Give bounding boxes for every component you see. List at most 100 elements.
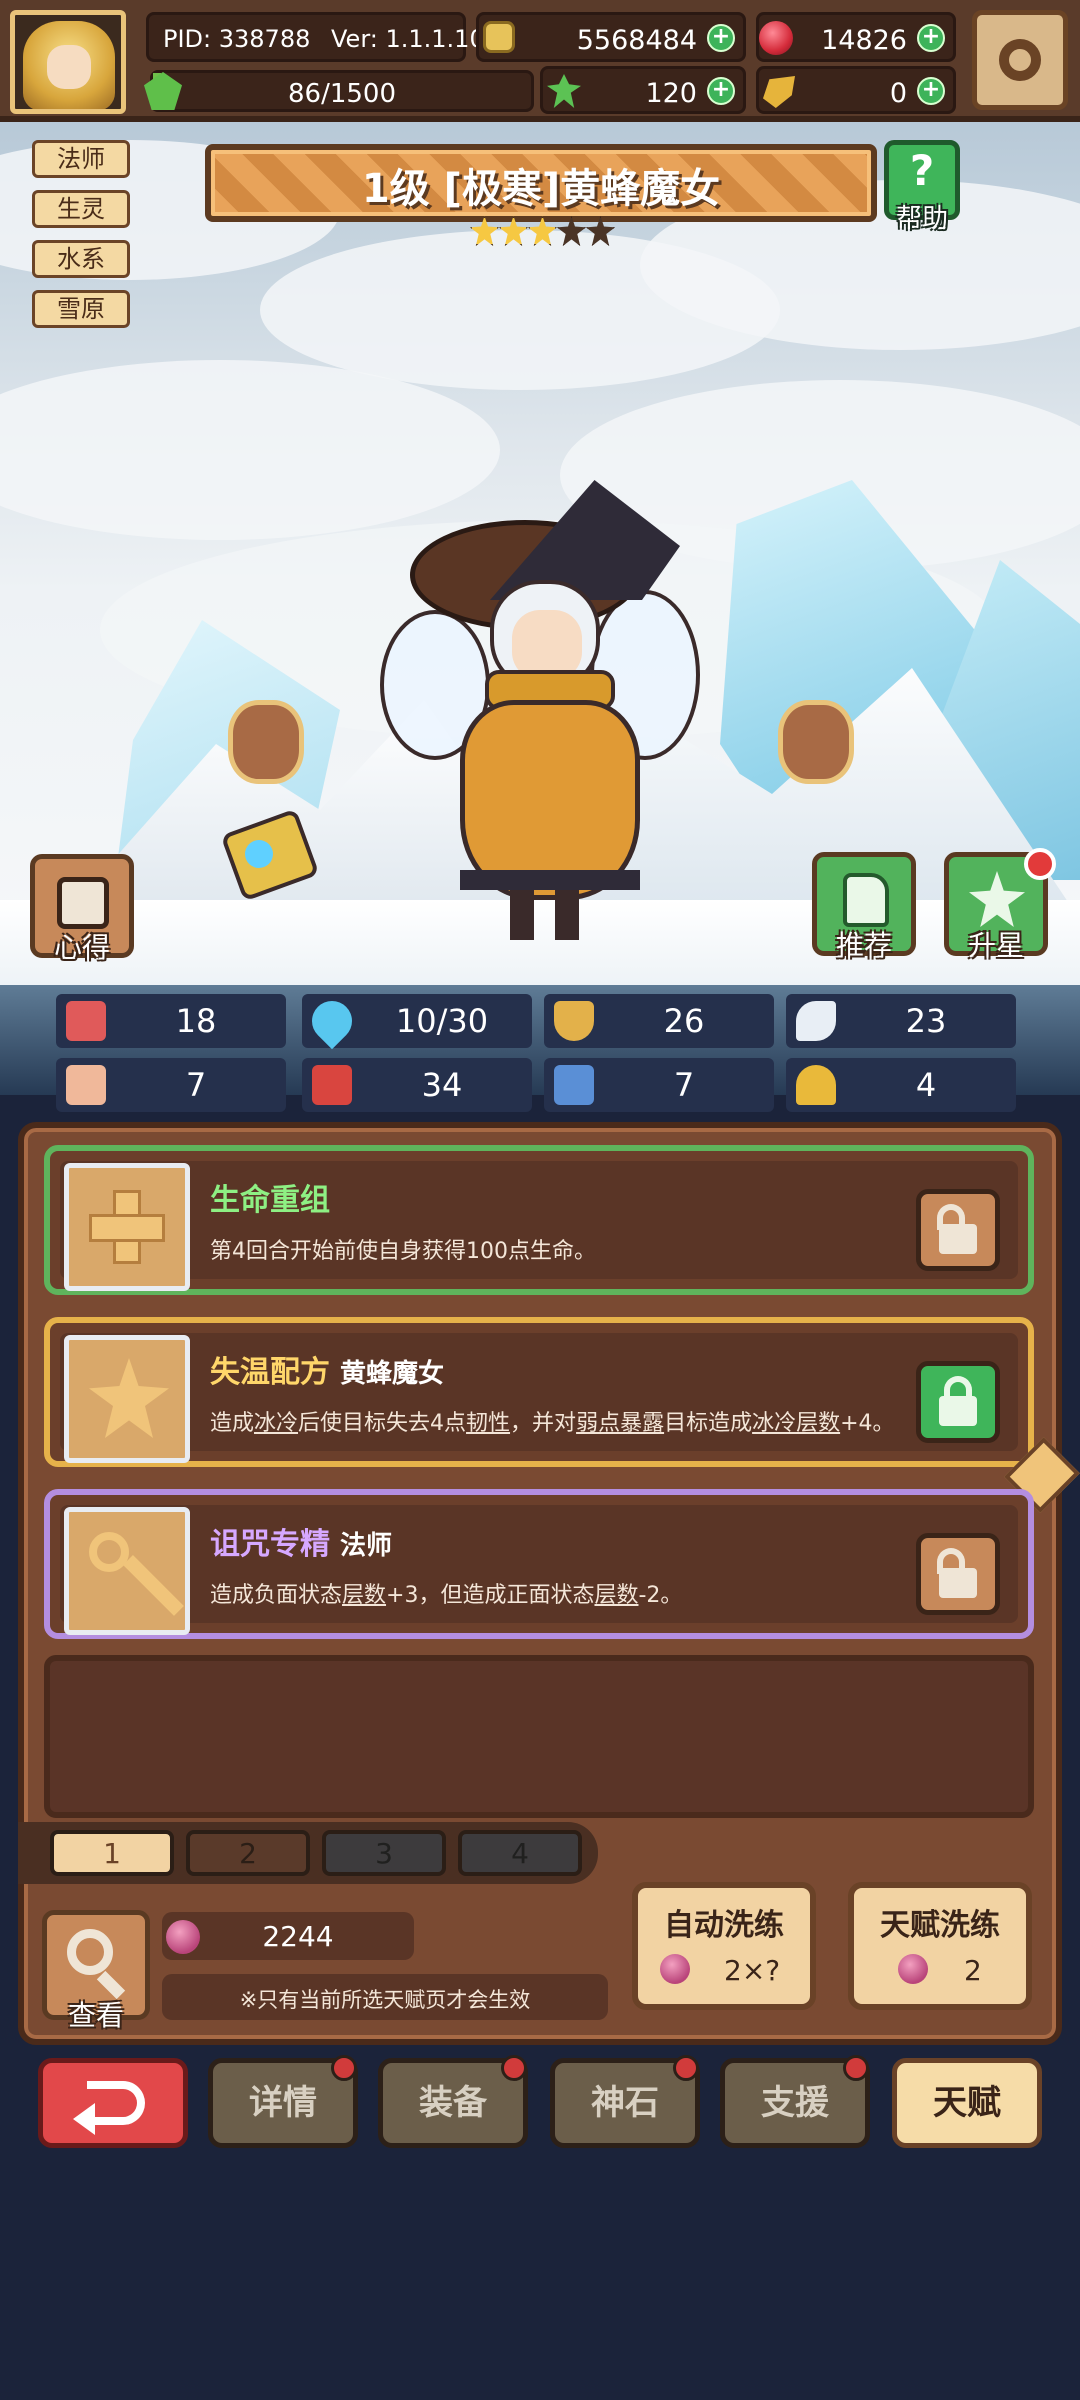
return-arrow-icon <box>87 2081 145 2125</box>
notice-text: ※只有当前所选天赋页才会生效 <box>239 1988 531 2012</box>
berry-icon <box>898 1954 928 1984</box>
talent-refine-label: 天赋洗练 <box>880 1908 1000 1943</box>
back-button[interactable] <box>38 2058 188 2148</box>
ticket-box: 0 + <box>756 66 956 114</box>
tag-element[interactable]: 水系 <box>32 240 130 278</box>
book-icon <box>312 1065 352 1105</box>
talent-description: 造成冰冷后使目标失去4点韧性，并对弱点暴露目标造成冰冷层数+4。 <box>210 1405 895 1437</box>
keyword-chill[interactable]: 冰冷 <box>254 1411 298 1436</box>
stat-agility: 7 <box>544 1058 774 1112</box>
nav-equipment[interactable]: 装备 <box>378 2055 528 2148</box>
heart-icon <box>66 1001 106 1041</box>
nav-equipment-label: 装备 <box>419 2083 487 2123</box>
stat-luck: 4 <box>786 1058 1016 1112</box>
red-gem-icon <box>759 21 793 55</box>
shield-icon <box>554 1001 594 1041</box>
auto-refine-button[interactable]: 自动洗练 2×? <box>632 1882 816 2010</box>
auto-refine-label: 自动洗练 <box>664 1908 784 1943</box>
notification-dot <box>673 2055 699 2081</box>
hero-star-rating <box>470 216 615 250</box>
fist-icon <box>66 1065 106 1105</box>
notebook-icon <box>57 877 109 929</box>
tag-region[interactable]: 雪原 <box>32 290 130 328</box>
notification-dot <box>331 2055 357 2081</box>
add-clover-button[interactable]: + <box>707 77 735 105</box>
player-avatar[interactable] <box>10 10 126 114</box>
stamina-value: 86/1500 <box>287 79 396 109</box>
nav-talent[interactable]: 天赋 <box>892 2058 1042 2148</box>
stat-value: 34 <box>421 1066 463 1104</box>
talent-description: 造成负面状态层数+3，但造成正面状态层数-2。 <box>210 1577 682 1609</box>
auto-refine-cost: 2×? <box>724 1954 781 1987</box>
desc-text: 造成 <box>210 1411 255 1436</box>
page-tab-1[interactable]: 1 <box>50 1830 174 1876</box>
talent-refine-button[interactable]: 天赋洗练 2 <box>848 1882 1032 2010</box>
left-seed-slot[interactable] <box>228 700 304 784</box>
talent-card[interactable]: 诅咒专精 法师 造成负面状态层数+3，但造成正面状态层数-2。 <box>44 1489 1034 1639</box>
help-label: 帮助 <box>895 204 948 234</box>
right-seed-slot[interactable] <box>778 700 854 784</box>
page-tab-4[interactable]: 4 <box>458 1830 582 1876</box>
empty-talent-slot <box>44 1655 1034 1818</box>
wing-icon <box>796 1001 836 1041</box>
stat-value: 26 <box>663 1002 705 1040</box>
pid-box: PID: 338788 Ver: 1.1.1.10 <box>146 12 485 62</box>
add-ticket-button[interactable]: + <box>917 77 945 105</box>
potion-counter: 2244 <box>162 1912 414 1960</box>
pid-label: PID: 338788 <box>163 25 311 53</box>
tag-class[interactable]: 法师 <box>32 140 130 178</box>
question-icon: ? <box>909 146 935 195</box>
unlocked-lock-button[interactable] <box>916 1189 1000 1271</box>
nav-talent-label: 天赋 <box>933 2083 1001 2123</box>
stat-defense: 26 <box>544 994 774 1048</box>
page-tab-2[interactable]: 2 <box>186 1830 310 1876</box>
star-empty-icon <box>586 216 615 246</box>
keyword-stacks[interactable]: 层数 <box>342 1583 386 1608</box>
stamina-bar: 86/1500 <box>150 70 534 112</box>
settings-button[interactable] <box>972 10 1068 110</box>
talent-name: 诅咒专精 <box>210 1527 330 1562</box>
star-filled-icon <box>499 216 528 246</box>
nav-stone[interactable]: 神石 <box>550 2055 700 2148</box>
tag-race[interactable]: 生灵 <box>32 190 130 228</box>
page-tab-3[interactable]: 3 <box>322 1830 446 1876</box>
hero-character-sprite <box>220 480 740 950</box>
talent-class-tag: 法师 <box>340 1531 393 1561</box>
stat-value: 4 <box>915 1066 937 1104</box>
gear-icon <box>999 39 1041 81</box>
stat-mana: 10/30 <box>302 992 532 1050</box>
boot-icon <box>554 1065 594 1105</box>
nav-details[interactable]: 详情 <box>208 2055 358 2148</box>
add-gold-button[interactable]: + <box>707 24 735 52</box>
berry-icon <box>166 1920 200 1954</box>
water-drop-icon <box>303 992 361 1050</box>
notification-dot <box>501 2055 527 2081</box>
desc-text: -2。 <box>638 1583 683 1608</box>
notification-dot <box>1024 848 1056 880</box>
unlocked-lock-button[interactable] <box>916 1533 1000 1615</box>
hero-title: 1级 [极寒]黄蜂魔女 <box>361 166 721 212</box>
version-label: Ver: 1.1.1.10 <box>331 25 485 53</box>
add-gem-button[interactable]: + <box>917 24 945 52</box>
notes-label: 心得 <box>53 931 110 964</box>
stat-magic: 34 <box>302 1058 532 1112</box>
nav-stone-label: 神石 <box>591 2083 659 2123</box>
talent-description: 第4回合开始前使自身获得100点生命。 <box>210 1239 596 1264</box>
clover-box: 120 + <box>540 66 746 114</box>
keyword-weakness[interactable]: 弱点暴露 <box>576 1411 664 1436</box>
gold-box: 5568484 + <box>476 12 746 62</box>
talent-name-row: 诅咒专精 法师 <box>210 1519 392 1563</box>
nav-support[interactable]: 支援 <box>720 2055 870 2148</box>
talent-refine-cost: 2 <box>964 1954 982 1987</box>
locked-lock-button[interactable] <box>916 1361 1000 1443</box>
talent-card[interactable]: 生命重组 第4回合开始前使自身获得100点生命。 <box>44 1145 1034 1295</box>
keyword-chill-stacks[interactable]: 冰冷层数 <box>752 1411 840 1436</box>
keyword-toughness[interactable]: 韧性 <box>466 1411 510 1436</box>
talent-card[interactable]: 失温配方 黄蜂魔女 造成冰冷后使目标失去4点韧性，并对弱点暴露目标造成冰冷层数+4… <box>44 1317 1034 1467</box>
desc-text: +4。 <box>840 1411 895 1436</box>
star-empty-icon <box>557 216 586 246</box>
desc-text: 目标造成 <box>664 1411 753 1436</box>
stat-health: 18 <box>56 994 286 1048</box>
star-up-label: 升星 <box>967 929 1024 962</box>
keyword-stacks[interactable]: 层数 <box>594 1583 638 1608</box>
